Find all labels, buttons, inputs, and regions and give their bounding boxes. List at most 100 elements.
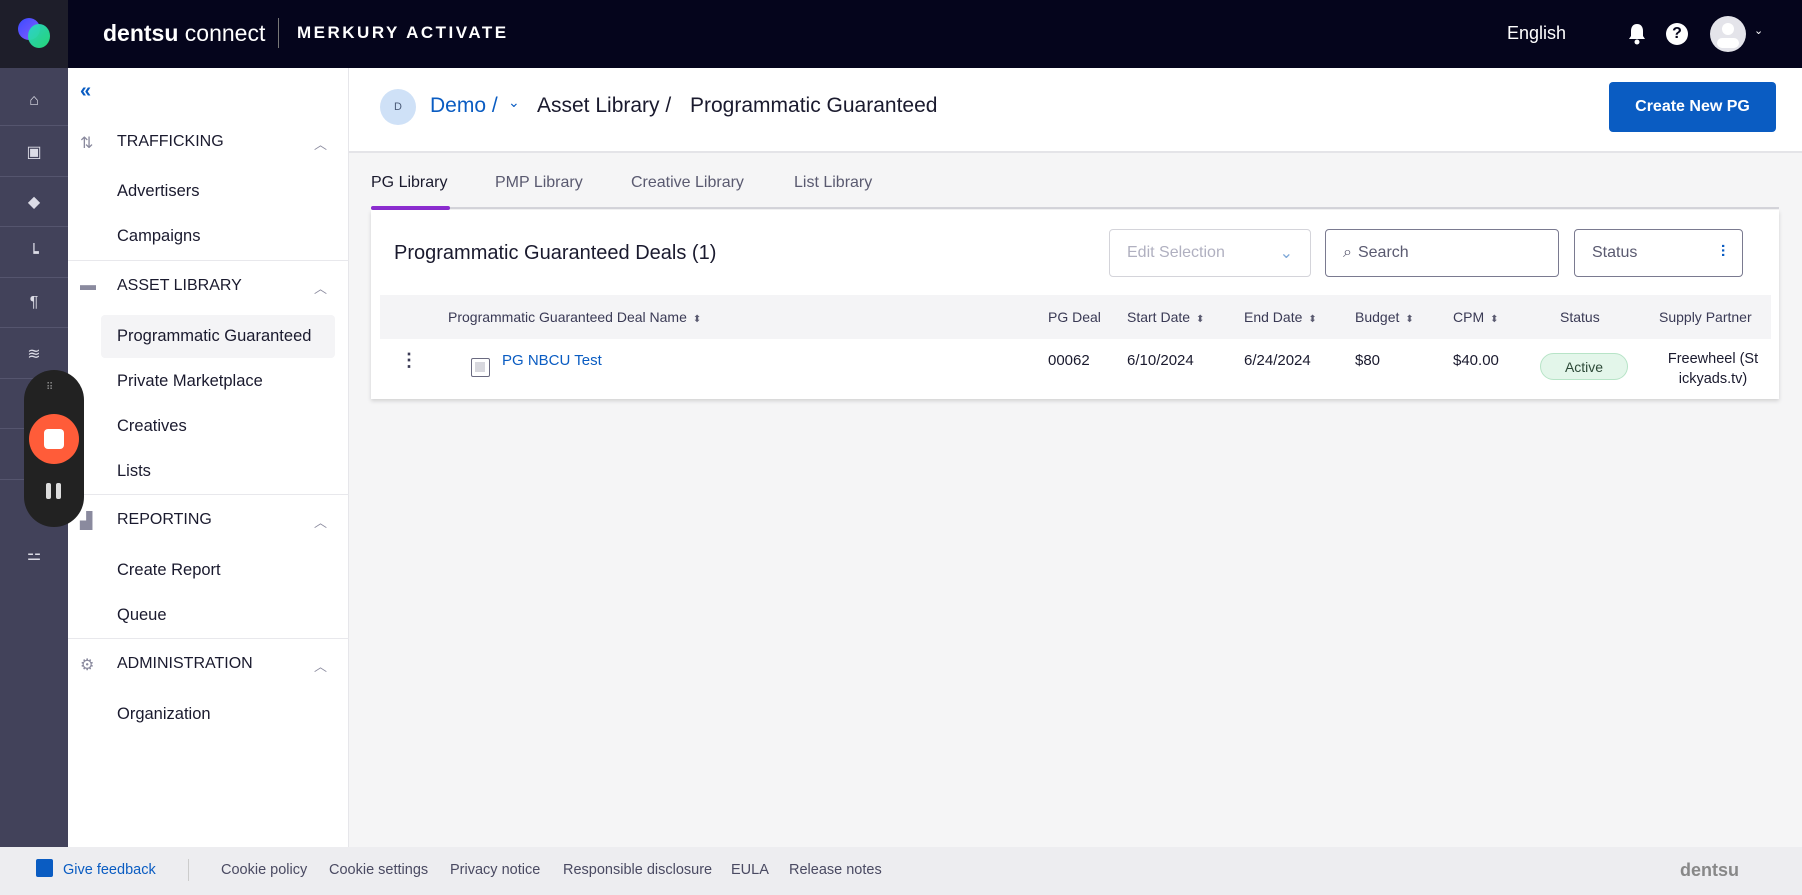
user-avatar[interactable] <box>1710 16 1746 52</box>
language-selector[interactable]: English <box>1507 23 1566 44</box>
breadcrumb-asset-library[interactable]: Asset Library / <box>537 94 671 118</box>
pg-deal-cell: 00062 <box>1048 352 1090 369</box>
sidebar-item-create-report[interactable]: Create Report <box>117 561 221 580</box>
help-icon[interactable]: ? <box>1666 23 1688 45</box>
pause-icon[interactable] <box>46 483 62 499</box>
cpm-cell: $40.00 <box>1453 352 1499 369</box>
chevron-down-icon[interactable]: ⌄ <box>1754 24 1763 37</box>
collapse-sidebar-icon[interactable]: « <box>80 80 91 103</box>
brand-logo: dentsu connect <box>103 20 266 46</box>
column-header-cpm[interactable]: CPM ⬍ <box>1453 309 1499 325</box>
chevron-down-icon: ⌄ <box>1279 245 1293 262</box>
chevron-up-icon[interactable]: ︿ <box>314 134 327 153</box>
app-logo[interactable] <box>0 0 68 68</box>
stop-recording-button[interactable] <box>29 414 79 464</box>
chevron-down-icon[interactable]: ⌄ <box>508 94 520 111</box>
sort-icon: ⬍ <box>1308 314 1317 325</box>
chart-step-icon[interactable]: ┕ <box>0 228 68 278</box>
sort-icon: ⬍ <box>1405 314 1414 325</box>
sidebar-item-creatives[interactable]: Creatives <box>117 417 187 436</box>
deals-card: Programmatic Guaranteed Deals (1) Edit S… <box>371 210 1779 399</box>
sidebar-item-organization[interactable]: Organization <box>117 705 211 724</box>
edit-selection-dropdown[interactable]: Edit Selection ⌄ <box>1109 229 1311 277</box>
card-title: Programmatic Guaranteed Deals (1) <box>394 242 717 264</box>
filter-icon[interactable]: ⚍ <box>0 530 68 580</box>
responsible-disclosure-link[interactable]: Responsible disclosure <box>563 862 712 878</box>
column-header-start-date[interactable]: Start Date ⬍ <box>1127 309 1204 325</box>
search-icon: ⌕ <box>1343 244 1352 261</box>
eula-link[interactable]: EULA <box>731 862 769 878</box>
section-administration[interactable]: ADMINISTRATION <box>117 655 253 673</box>
column-header-pg-deal: PG Deal <box>1048 309 1101 325</box>
column-header-name[interactable]: Programmatic Guaranteed Deal Name ⬍ <box>448 309 701 325</box>
box-icon[interactable]: ▣ <box>0 127 68 177</box>
privacy-notice-link[interactable]: Privacy notice <box>450 862 540 878</box>
top-bar: dentsu connect MERKURY ACTIVATE English … <box>0 0 1802 68</box>
sidebar-nav: « ⇅ TRAFFICKING ︿ Advertisers Campaigns … <box>68 68 349 847</box>
section-asset-library[interactable]: ASSET LIBRARY <box>117 277 242 295</box>
status-badge: Active <box>1540 353 1628 380</box>
bell-icon[interactable] <box>1627 23 1647 45</box>
divider <box>68 260 349 261</box>
deal-name-link[interactable]: PG NBCU Test <box>502 352 602 369</box>
footer-divider <box>188 859 189 881</box>
screen-recorder-widget: ⠿ <box>24 370 84 527</box>
column-header-end-date[interactable]: End Date ⬍ <box>1244 309 1317 325</box>
page-header: D Demo / ⌄ Asset Library / Programmatic … <box>349 68 1802 153</box>
brand-divider <box>278 18 279 48</box>
sidebar-item-queue[interactable]: Queue <box>117 606 167 625</box>
sidebar-item-lists[interactable]: Lists <box>117 462 151 481</box>
sidebar-item-private-marketplace[interactable]: Private Marketplace <box>117 372 263 391</box>
tab-bar-line <box>371 207 1779 209</box>
sidebar-item-advertisers[interactable]: Advertisers <box>117 182 200 201</box>
row-menu-icon[interactable]: ⋮ <box>400 350 418 371</box>
sidebar-item-programmatic-guaranteed[interactable]: Programmatic Guaranteed <box>117 327 311 346</box>
sliders-icon: ⫶ <box>1720 244 1725 261</box>
column-header-budget[interactable]: Budget ⬍ <box>1355 309 1414 325</box>
gear-icon: ⚙ <box>80 657 95 674</box>
chevron-up-icon[interactable]: ︿ <box>314 512 327 531</box>
cookie-policy-link[interactable]: Cookie policy <box>221 862 307 878</box>
sidebar-item-campaigns[interactable]: Campaigns <box>117 227 200 246</box>
search-placeholder: Search <box>1357 244 1409 261</box>
column-header-supply-partner: Supply Partner <box>1659 309 1752 325</box>
graduation-cap-icon[interactable]: ◆ <box>0 177 68 227</box>
stop-icon <box>44 429 64 449</box>
release-notes-link[interactable]: Release notes <box>789 862 882 878</box>
section-reporting[interactable]: REPORTING <box>117 511 212 529</box>
chevron-up-icon[interactable]: ︿ <box>314 656 327 675</box>
feedback-icon <box>36 859 53 877</box>
sort-icon: ⬍ <box>692 314 702 325</box>
row-checkbox[interactable] <box>471 358 490 377</box>
page-title: Programmatic Guaranteed <box>690 94 938 117</box>
paragraph-icon[interactable]: ¶ <box>0 278 68 328</box>
chevron-up-icon[interactable]: ︿ <box>314 278 327 297</box>
edit-selection-label: Edit Selection <box>1127 244 1225 261</box>
drag-handle-icon[interactable]: ⠿ <box>46 382 54 393</box>
trafficking-icon: ⇅ <box>80 135 94 152</box>
product-name: MERKURY ACTIVATE <box>297 23 509 42</box>
workspace-selector[interactable]: Demo / <box>430 94 498 118</box>
workspace-avatar: D <box>380 89 416 125</box>
budget-cell: $80 <box>1355 352 1381 369</box>
tab-list-library[interactable]: List Library <box>794 174 872 192</box>
column-header-status: Status <box>1560 309 1600 325</box>
dentsu-logo: dentsu <box>1680 860 1740 880</box>
give-feedback-link[interactable]: Give feedback <box>63 862 156 878</box>
chart-icon: ▟ <box>80 513 93 530</box>
start-date-cell: 6/10/2024 <box>1127 352 1194 369</box>
create-new-pg-button[interactable]: Create New PG <box>1609 82 1776 132</box>
home-icon[interactable]: ⌂ <box>0 76 68 126</box>
briefcase-icon: ▬ <box>80 277 96 294</box>
divider <box>68 494 349 495</box>
search-input[interactable]: ⌕ Search <box>1325 229 1559 277</box>
divider <box>68 638 349 639</box>
tab-pmp-library[interactable]: PMP Library <box>495 174 583 192</box>
status-filter[interactable]: Status ⫶ <box>1574 229 1743 277</box>
tab-creative-library[interactable]: Creative Library <box>631 174 744 192</box>
sort-icon: ⬍ <box>1196 314 1205 325</box>
tab-pg-library[interactable]: PG Library <box>371 174 447 192</box>
section-trafficking[interactable]: TRAFFICKING <box>117 133 224 151</box>
cookie-settings-link[interactable]: Cookie settings <box>329 862 428 878</box>
footer: Give feedback Cookie policy Cookie setti… <box>0 847 1802 895</box>
